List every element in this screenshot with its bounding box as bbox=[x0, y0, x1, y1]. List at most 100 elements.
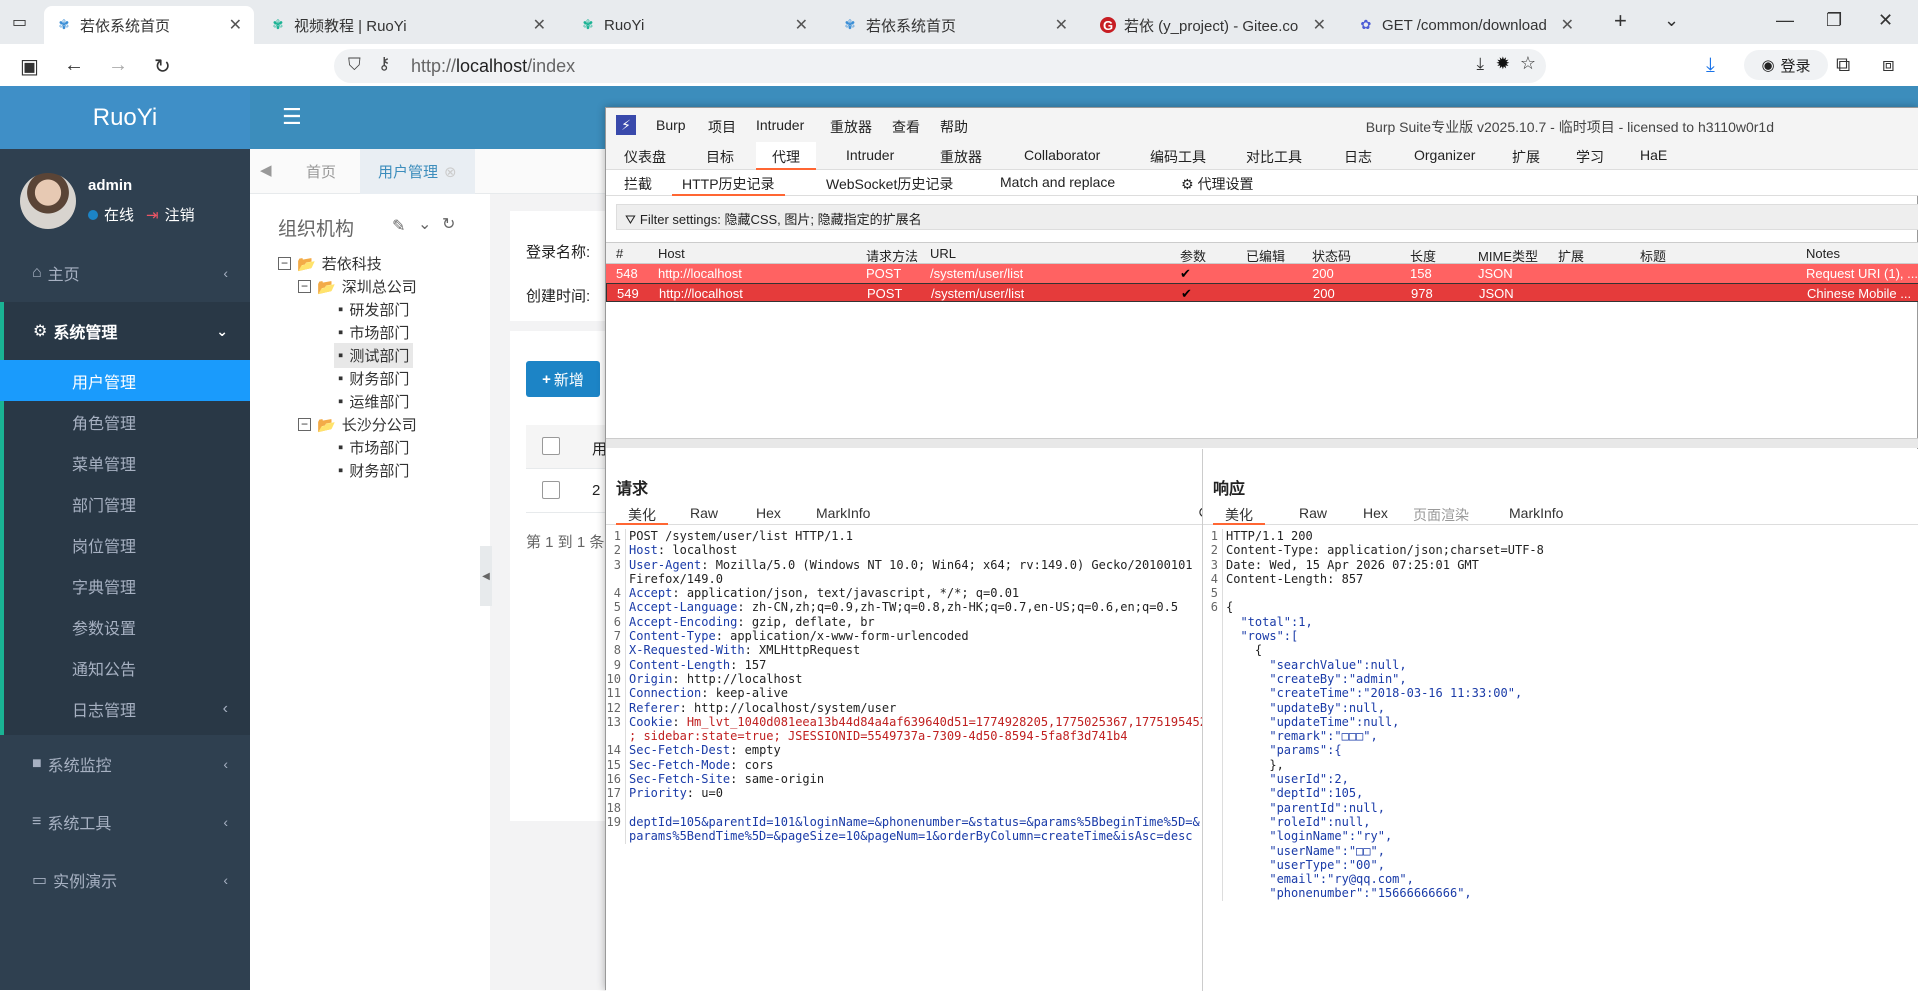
submenu-dict[interactable]: 字典管理 bbox=[0, 565, 250, 606]
tab-proxy[interactable]: 代理 bbox=[756, 142, 816, 170]
menu-help[interactable]: 帮助 bbox=[940, 117, 968, 137]
tree-collapse-handle[interactable]: ◀ bbox=[480, 546, 492, 606]
expand-chevron-icon[interactable]: ⌄ bbox=[418, 214, 431, 234]
forward-icon[interactable]: → bbox=[108, 54, 128, 77]
tab-intruder[interactable]: Intruder bbox=[846, 147, 894, 163]
select-all-checkbox[interactable] bbox=[542, 437, 560, 455]
tab-websocket-history[interactable]: WebSocket历史记录 bbox=[826, 174, 953, 194]
close-tab-icon[interactable]: ✕ bbox=[533, 15, 546, 35]
tree-node-changsha[interactable]: − 📂 长沙分公司 bbox=[298, 414, 417, 435]
tab-hae[interactable]: HaE bbox=[1640, 147, 1667, 163]
tab-extensions[interactable]: 扩展 bbox=[1512, 147, 1540, 167]
reload-icon[interactable]: ↻ bbox=[154, 54, 171, 79]
submenu-config[interactable]: 参数设置 bbox=[0, 606, 250, 647]
sidebar-toggle-icon[interactable]: ▣ bbox=[20, 54, 39, 79]
tab-intercept[interactable]: 拦截 bbox=[624, 174, 652, 194]
browser-tab-1[interactable]: ✾ 若依系统首页 ✕ bbox=[44, 6, 254, 44]
tree-node-root[interactable]: − 📂 若依科技 bbox=[278, 253, 382, 274]
tab-markinfo[interactable]: MarkInfo bbox=[816, 505, 870, 521]
tree-node-finance[interactable]: ▪ 财务部门 bbox=[338, 368, 409, 389]
downloads-icon[interactable]: ⤓ bbox=[1706, 54, 1715, 77]
back-icon[interactable]: ← bbox=[64, 54, 84, 77]
tab-home[interactable]: 首页 bbox=[288, 149, 354, 194]
menu-home[interactable]: ⌂ 主页 ‹ bbox=[0, 244, 250, 302]
tab-raw[interactable]: Raw bbox=[1299, 505, 1327, 521]
tab-hex[interactable]: Hex bbox=[1363, 505, 1388, 521]
extensions-icon[interactable]: ⧉ bbox=[1836, 54, 1850, 77]
submenu-menu[interactable]: 菜单管理 bbox=[0, 442, 250, 483]
browser-tab-4[interactable]: ✾ 若依系统首页 ✕ bbox=[830, 6, 1080, 44]
close-tab-icon[interactable]: ✕ bbox=[1313, 15, 1326, 35]
tab-user-management[interactable]: 用户管理 ⊗ bbox=[360, 149, 475, 194]
tab-render[interactable]: 页面渲染 bbox=[1413, 505, 1469, 525]
download-page-icon[interactable]: ⤓ bbox=[1476, 54, 1484, 74]
close-tab-icon[interactable]: ⊗ bbox=[444, 163, 457, 181]
table-row[interactable]: 549 http://localhost POST /system/user/l… bbox=[606, 283, 1918, 302]
logout-link[interactable]: 注销 bbox=[165, 204, 195, 225]
table-row[interactable]: 548 http://localhost POST /system/user/l… bbox=[606, 264, 1918, 283]
menu-project[interactable]: 项目 bbox=[708, 117, 736, 137]
app-logo[interactable]: RuoYi bbox=[0, 86, 250, 149]
tab-match-replace[interactable]: Match and replace bbox=[1000, 174, 1115, 190]
menu-demo[interactable]: ▭ 实例演示 ‹ bbox=[0, 851, 250, 909]
close-window-icon[interactable]: ✕ bbox=[1878, 10, 1893, 31]
close-tab-icon[interactable]: ✕ bbox=[229, 15, 242, 35]
edit-icon[interactable]: ✎ bbox=[392, 216, 405, 236]
maximize-icon[interactable]: ❐ bbox=[1826, 10, 1842, 31]
row-checkbox[interactable] bbox=[542, 481, 560, 499]
tab-list-chevron-icon[interactable]: ⌄ bbox=[1664, 10, 1679, 31]
menu-repeater[interactable]: 重放器 bbox=[830, 117, 872, 137]
tab-proxy-settings[interactable]: ⚙ 代理设置 bbox=[1181, 174, 1254, 194]
star-icon[interactable]: ☆ bbox=[1520, 53, 1536, 74]
submenu-role[interactable]: 角色管理 bbox=[0, 401, 250, 442]
tree-node-cs-finance[interactable]: ▪ 财务部门 bbox=[338, 460, 409, 481]
submenu-notice[interactable]: 通知公告 bbox=[0, 647, 250, 688]
close-tab-icon[interactable]: ✕ bbox=[795, 15, 808, 35]
menu-monitor[interactable]: ■ 系统监控 ‹ bbox=[0, 735, 250, 793]
tree-node-market[interactable]: ▪ 市场部门 bbox=[338, 322, 409, 343]
menu-view[interactable]: 查看 bbox=[892, 117, 920, 137]
tab-logger[interactable]: 日志 bbox=[1344, 147, 1372, 167]
submenu-dept[interactable]: 部门管理 bbox=[0, 483, 250, 524]
tabs-scroll-left-icon[interactable]: ◀ bbox=[260, 161, 272, 179]
menu-intruder[interactable]: Intruder bbox=[756, 117, 804, 133]
menu-burp[interactable]: Burp bbox=[656, 117, 686, 133]
tab-markinfo[interactable]: MarkInfo bbox=[1509, 505, 1563, 521]
add-user-button[interactable]: + 新增 bbox=[526, 361, 600, 397]
menu-system[interactable]: ⚙ 系统管理 ⌄ bbox=[0, 302, 250, 360]
tree-node-dev[interactable]: ▪ 研发部门 bbox=[338, 299, 409, 320]
minimize-icon[interactable]: — bbox=[1776, 10, 1794, 31]
submenu-log[interactable]: 日志管理 ‹ bbox=[0, 688, 250, 735]
login-button[interactable]: ◉ 登录 bbox=[1744, 50, 1828, 80]
tab-collaborator[interactable]: Collaborator bbox=[1024, 147, 1100, 163]
tree-node-test[interactable]: ▪ 测试部门 bbox=[334, 343, 414, 368]
url-field[interactable]: ⛉ ⚷ http://localhost/index ⤓ ✹ ☆ bbox=[334, 49, 1546, 83]
tab-comparer[interactable]: 对比工具 bbox=[1246, 147, 1302, 167]
browser-tab-2[interactable]: ✾ 视频教程 | RuoYi ✕ bbox=[258, 6, 558, 44]
browser-tab-5[interactable]: G 若依 (y_project) - Gitee.co ✕ bbox=[1088, 6, 1338, 44]
hamburger-icon[interactable]: ☰ bbox=[282, 104, 302, 130]
tree-node-ops[interactable]: ▪ 运维部门 bbox=[338, 391, 409, 412]
tab-raw[interactable]: Raw bbox=[690, 505, 718, 521]
tab-pretty[interactable]: 美化 bbox=[616, 501, 668, 525]
filter-settings-bar[interactable]: ⛛ Filter settings: 隐藏CSS, 图片; 隐藏指定的扩展名 bbox=[616, 204, 1918, 230]
submenu-user[interactable]: 用户管理 bbox=[0, 360, 250, 401]
menu-tool[interactable]: ≡ 系统工具 ‹ bbox=[0, 793, 250, 851]
tree-node-cs-market[interactable]: ▪ 市场部门 bbox=[338, 437, 409, 458]
submenu-post[interactable]: 岗位管理 bbox=[0, 524, 250, 565]
close-tab-icon[interactable]: ✕ bbox=[1561, 15, 1574, 35]
new-tab-icon[interactable]: + bbox=[1614, 8, 1627, 34]
shield-icon[interactable]: ⛉ bbox=[348, 55, 361, 75]
close-tab-icon[interactable]: ✕ bbox=[1055, 15, 1068, 35]
browser-tab-3[interactable]: ✾ RuoYi ✕ bbox=[568, 6, 820, 44]
more-extensions-icon[interactable]: ⧈ bbox=[1882, 54, 1895, 77]
tab-repeater[interactable]: 重放器 bbox=[940, 147, 982, 167]
tree-node-shenzhen[interactable]: − 📂 深圳总公司 bbox=[298, 276, 417, 297]
tab-decoder[interactable]: 编码工具 bbox=[1150, 147, 1206, 167]
response-editor[interactable]: 1 HTTP/1.1 200 2 Content-Type: application/… bbox=[1203, 529, 1918, 901]
tab-http-history[interactable]: HTTP历史记录 bbox=[672, 170, 785, 196]
split-divider[interactable] bbox=[606, 438, 1918, 448]
avatar[interactable] bbox=[20, 173, 76, 229]
key-icon[interactable]: ⚷ bbox=[378, 54, 390, 74]
tab-hex[interactable]: Hex bbox=[756, 505, 781, 521]
